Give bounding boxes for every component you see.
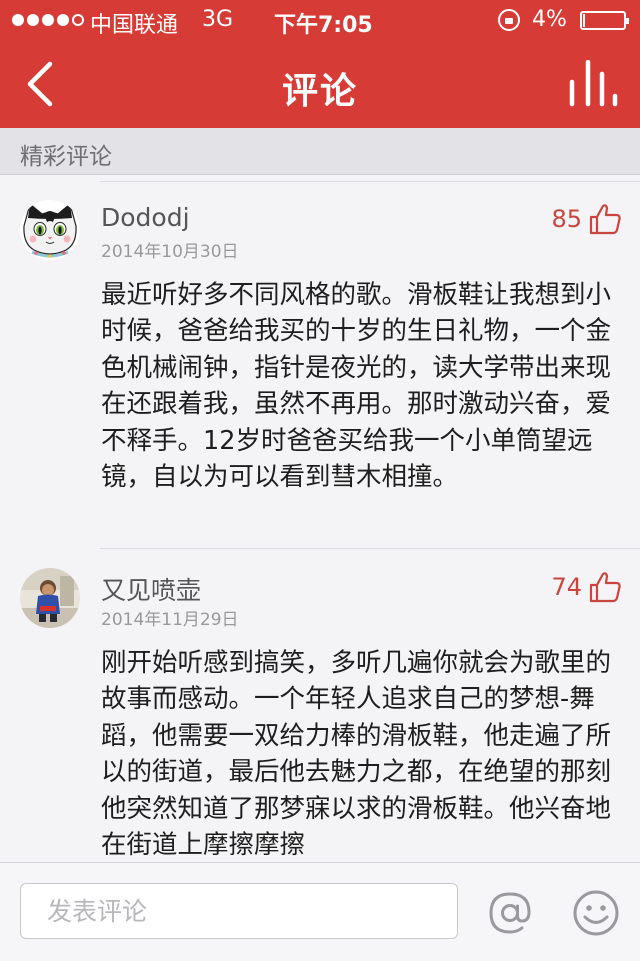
smiley-icon [573, 890, 619, 936]
comment-date: 2014年10月30日 [101, 242, 239, 262]
thumbs-up-icon [589, 572, 621, 603]
avatar[interactable] [20, 568, 80, 628]
cat-avatar-icon [20, 200, 80, 260]
comment-composer [0, 862, 640, 961]
signal-strength-icon [12, 12, 84, 28]
like-button[interactable]: 85 [551, 201, 622, 237]
comment-list[interactable]: Dododj 2014年10月30日 85 最近听好多不同风格的歌。滑板鞋让我想… [0, 175, 640, 862]
like-count: 74 [551, 573, 582, 601]
network-type: 3G [202, 7, 234, 32]
section-title: 精彩评论 [20, 144, 112, 170]
battery-icon [580, 11, 629, 30]
divider [100, 548, 640, 549]
comment-date: 2014年11月29日 [101, 610, 239, 630]
battery-percent: 4% [532, 7, 567, 32]
emoji-button[interactable] [572, 889, 620, 937]
avatar[interactable] [20, 200, 80, 260]
status-time: 下午7:05 [274, 13, 373, 38]
mention-button[interactable] [486, 889, 534, 937]
comment-input[interactable] [20, 883, 458, 939]
page-title: 评论 [281, 71, 358, 112]
rotation-lock-icon [498, 9, 520, 31]
comment-text: 刚开始听感到搞笑，多听几遍你就会为歌里的故事而感动。一个年轻人追求自己的梦想-舞… [101, 648, 612, 861]
comment-username[interactable]: 又见喷壶 [101, 571, 201, 607]
like-button[interactable]: 74 [551, 569, 622, 605]
divider [100, 181, 640, 182]
status-bar: 中国联通 3G 下午7:05 4% [0, 0, 640, 40]
child-photo-avatar-icon [20, 568, 80, 628]
section-header: 精彩评论 [0, 128, 640, 175]
thumbs-up-icon [589, 204, 621, 235]
menu-button[interactable] [566, 59, 620, 108]
at-sign-icon [489, 892, 531, 934]
comment-username[interactable]: Dododj [101, 203, 190, 232]
bars-icon [569, 59, 618, 107]
like-count: 85 [551, 205, 582, 233]
nav-bar: 评论 [0, 40, 640, 128]
comment-text: 最近听好多不同风格的歌。滑板鞋让我想到小时候，爸爸给我买的十岁的生日礼物，一个金… [101, 280, 612, 493]
carrier-name: 中国联通 [90, 13, 179, 38]
